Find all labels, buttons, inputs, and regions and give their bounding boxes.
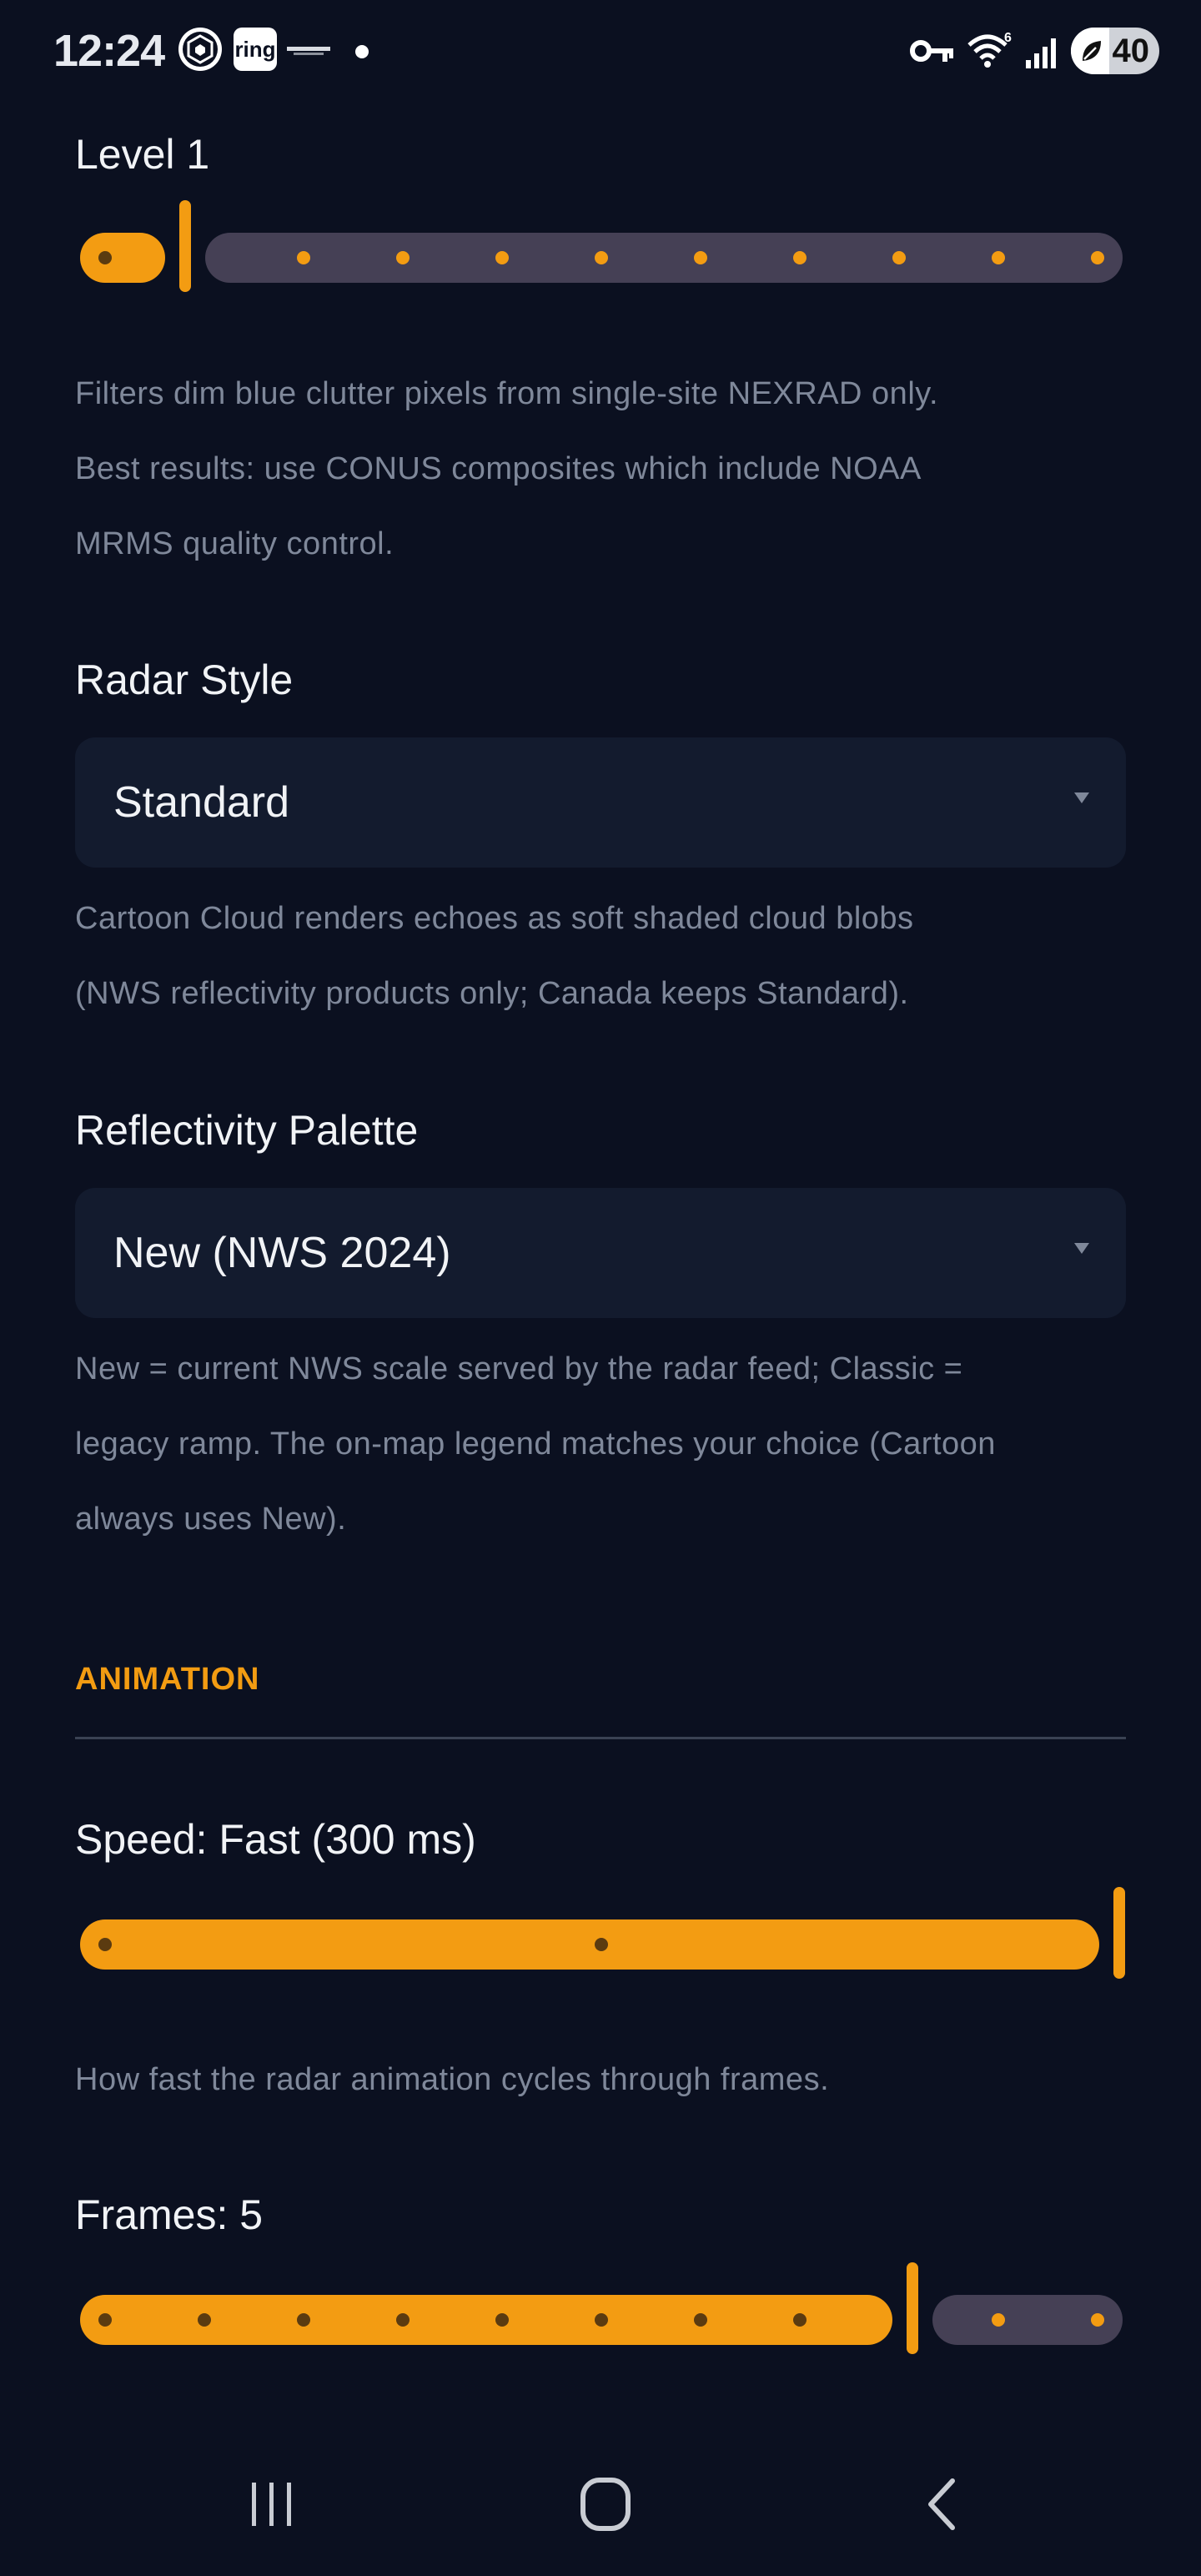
status-time: 12:24 — [53, 26, 165, 76]
slider-tick — [297, 251, 310, 264]
slider-tick — [992, 2313, 1005, 2327]
palette-help-text: New = current NWS scale served by the ra… — [75, 1351, 996, 1537]
home-icon[interactable] — [579, 2476, 632, 2533]
slider-tick — [98, 251, 112, 264]
battery-icon: 40 — [1071, 28, 1159, 74]
ring-icon: ring — [234, 28, 277, 71]
reflectivity-palette-label: Reflectivity Palette — [75, 1107, 419, 1154]
dropdown-caret-icon — [1074, 792, 1089, 803]
slider-tick — [992, 251, 1005, 264]
slider-tick — [1091, 251, 1104, 264]
slider-tick — [694, 2313, 707, 2327]
back-icon[interactable] — [921, 2476, 962, 2533]
notification-dot-icon — [355, 45, 369, 58]
slider-thumb[interactable] — [179, 200, 191, 292]
slider-tick — [595, 251, 608, 264]
filter-help-text: Filters dim blue clutter pixels from sin… — [75, 376, 938, 561]
slider-tick — [793, 251, 807, 264]
slider-tick — [595, 2313, 608, 2327]
slider-inactive-track — [205, 233, 1123, 283]
slider-tick — [297, 2313, 310, 2327]
slider-tick — [98, 2313, 112, 2327]
speed-slider[interactable] — [80, 1887, 1125, 1979]
speed-help-text: How fast the radar animation cycles thro… — [75, 2062, 830, 2097]
radar-style-value: Standard — [113, 778, 290, 827]
frames-slider[interactable] — [80, 2262, 1123, 2354]
slider-tick — [892, 251, 906, 264]
filter-level-slider[interactable] — [80, 200, 1123, 292]
slider-tick — [1091, 2313, 1104, 2327]
camera-brand-icon — [287, 47, 330, 55]
power-saving-leaf-icon — [1083, 41, 1101, 61]
crypto-com-icon — [178, 28, 222, 71]
speed-label: Speed: Fast (300 ms) — [75, 1816, 476, 1863]
wifi-6-icon: 6 — [967, 31, 1012, 68]
animation-section-title: ANIMATION — [75, 1662, 260, 1697]
slider-tick — [396, 2313, 410, 2327]
recent-apps-icon[interactable] — [245, 2478, 299, 2531]
slider-tick — [495, 2313, 509, 2327]
slider-active-track — [80, 1919, 1099, 1970]
slider-thumb[interactable] — [1113, 1887, 1125, 1979]
radar-style-select[interactable]: Standard — [75, 737, 1126, 868]
reflectivity-palette-value: New (NWS 2024) — [113, 1229, 451, 1277]
radar-style-label: Radar Style — [75, 657, 294, 703]
slider-tick — [694, 251, 707, 264]
slider-tick — [793, 2313, 807, 2327]
slider-tick — [495, 251, 509, 264]
slider-tick — [396, 251, 410, 264]
slider-thumb[interactable] — [907, 2262, 918, 2354]
navigation-bar — [0, 2453, 1201, 2576]
signal-icon — [1026, 38, 1056, 68]
slider-tick — [198, 2313, 211, 2327]
svg-text:6: 6 — [1004, 31, 1012, 45]
radar-style-help-text: Cartoon Cloud renders echoes as soft sha… — [75, 901, 914, 1011]
reflectivity-palette-select[interactable]: New (NWS 2024) — [75, 1188, 1126, 1318]
slider-tick — [595, 1938, 608, 1951]
slider-active-track — [80, 233, 165, 283]
dropdown-caret-icon — [1074, 1243, 1089, 1254]
frames-label: Frames: 5 — [75, 2191, 264, 2238]
battery-level: 40 — [1112, 33, 1150, 69]
status-bar: 12:24 ring 6 40 — [0, 0, 1201, 103]
slider-tick — [98, 1938, 112, 1951]
section-divider — [75, 1737, 1126, 1739]
filter-level-label: Level 1 — [75, 131, 210, 178]
vpn-key-icon — [910, 40, 953, 62]
